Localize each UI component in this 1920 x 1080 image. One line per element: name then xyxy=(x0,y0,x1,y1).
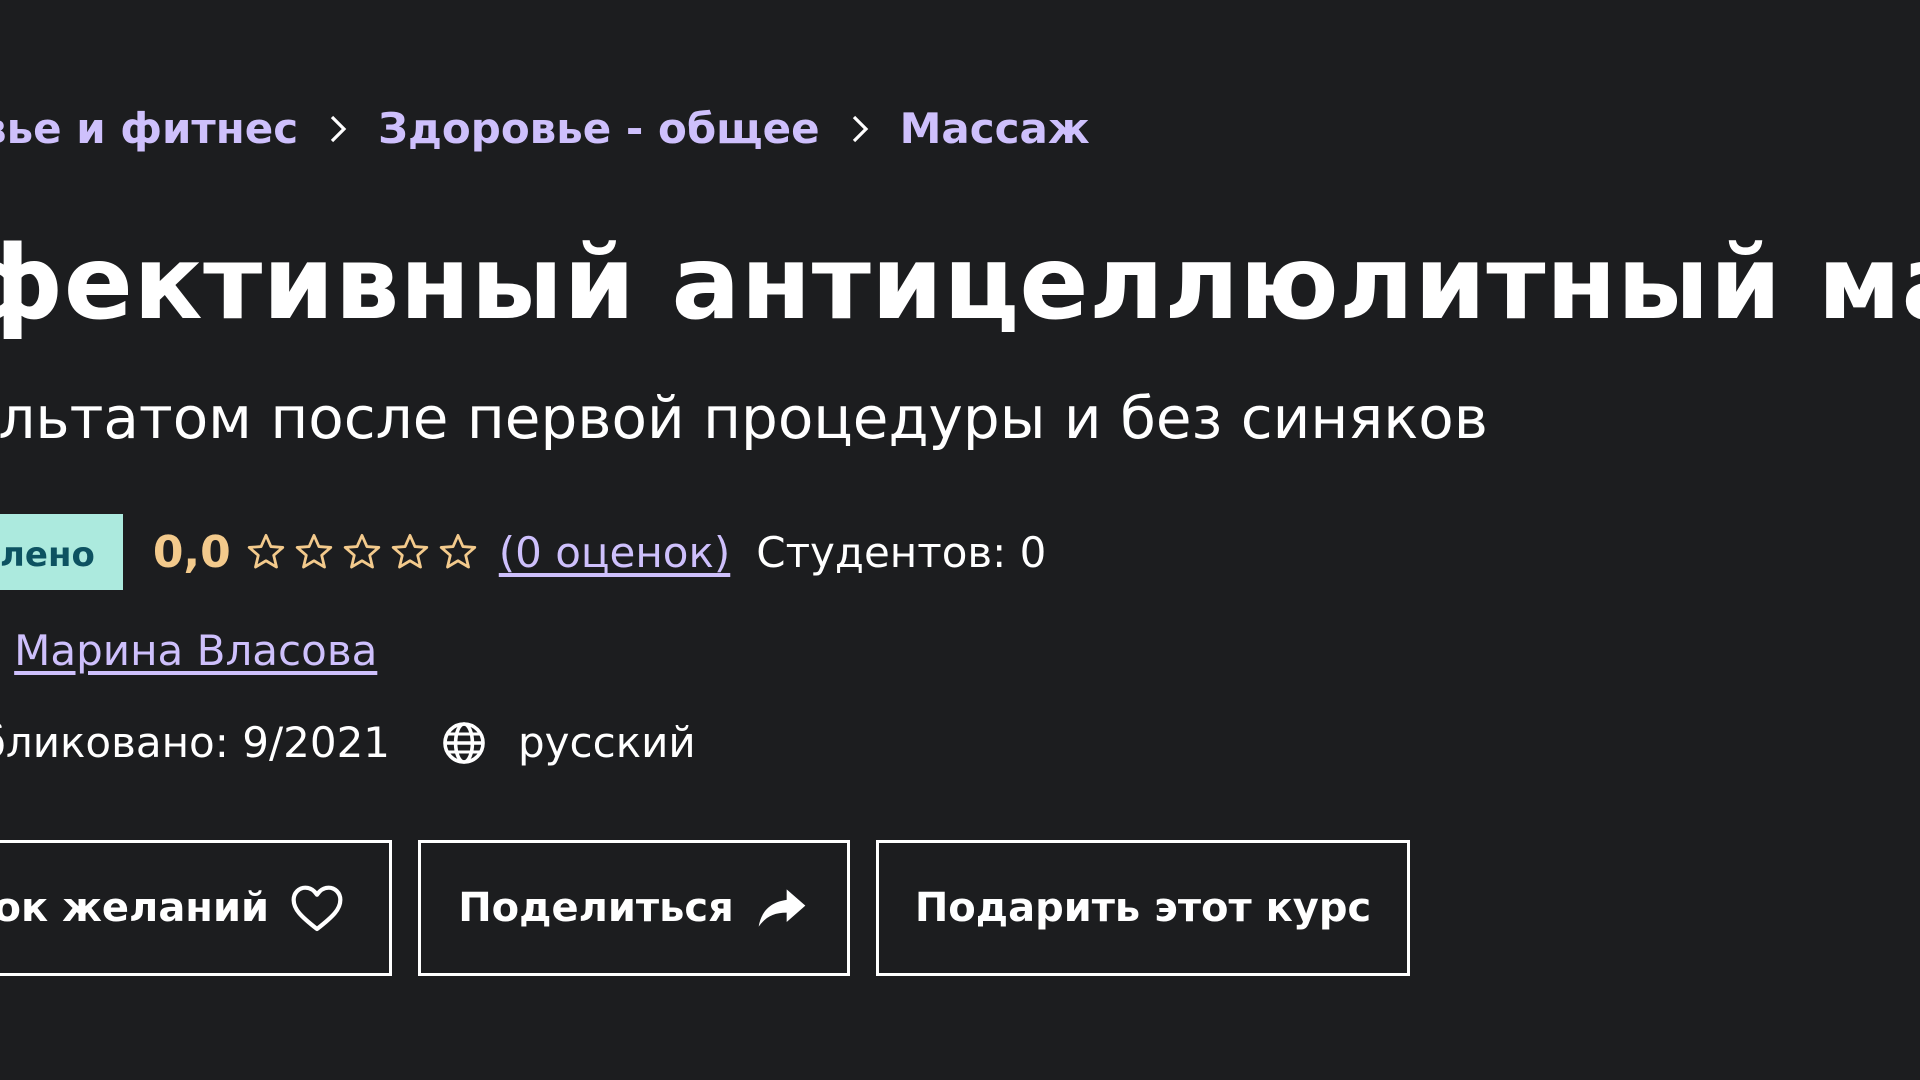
author-prefix: : xyxy=(0,626,2,675)
star-outline-icon xyxy=(293,531,335,573)
published-date: бликовано: 9/2021 xyxy=(0,718,391,767)
heart-outline-icon xyxy=(289,882,345,934)
gift-course-button[interactable]: Подарить этот курс xyxy=(876,840,1410,976)
author-link[interactable]: Марина Власова xyxy=(14,626,377,675)
course-language: русский xyxy=(518,718,696,767)
rating-row: лено 0,0 (0 оценок) Студентов: 0 xyxy=(0,514,1046,590)
globe-icon xyxy=(440,719,488,767)
share-button[interactable]: Поделиться xyxy=(418,840,850,976)
status-badge: лено xyxy=(0,514,123,590)
meta-row: бликовано: 9/2021 русский xyxy=(0,718,696,767)
wishlist-button[interactable]: ок желаний xyxy=(0,840,392,976)
star-outline-icon xyxy=(437,531,479,573)
chevron-right-icon xyxy=(820,115,900,143)
author-row: : Марина Власова xyxy=(0,626,377,675)
breadcrumb-item-health-general[interactable]: Здоровье - общее xyxy=(378,104,819,153)
course-subtitle: ультатом после первой процедуры и без си… xyxy=(0,384,1488,452)
ratings-count-link[interactable]: (0 оценок) xyxy=(499,528,731,577)
course-title: фективный антицеллюлитный масса xyxy=(0,224,1920,343)
gift-course-button-label: Подарить этот курс xyxy=(914,885,1372,931)
breadcrumb-item-health-fitness[interactable]: вье и фитнес xyxy=(0,104,298,153)
rating-value: 0,0 xyxy=(152,526,231,578)
share-button-label: Поделиться xyxy=(458,885,734,931)
wishlist-button-label: ок желаний xyxy=(0,885,269,931)
star-outline-icon xyxy=(389,531,431,573)
star-outline-icon xyxy=(341,531,383,573)
rating-stars xyxy=(245,531,479,573)
course-header: вье и фитнес Здоровье - общее Массаж фек… xyxy=(0,0,1920,1080)
share-arrow-icon xyxy=(754,882,810,934)
breadcrumb: вье и фитнес Здоровье - общее Массаж xyxy=(0,104,1090,153)
star-outline-icon xyxy=(245,531,287,573)
chevron-right-icon xyxy=(298,115,378,143)
students-count: Студентов: 0 xyxy=(756,527,1047,577)
breadcrumb-item-massage[interactable]: Массаж xyxy=(900,104,1090,153)
